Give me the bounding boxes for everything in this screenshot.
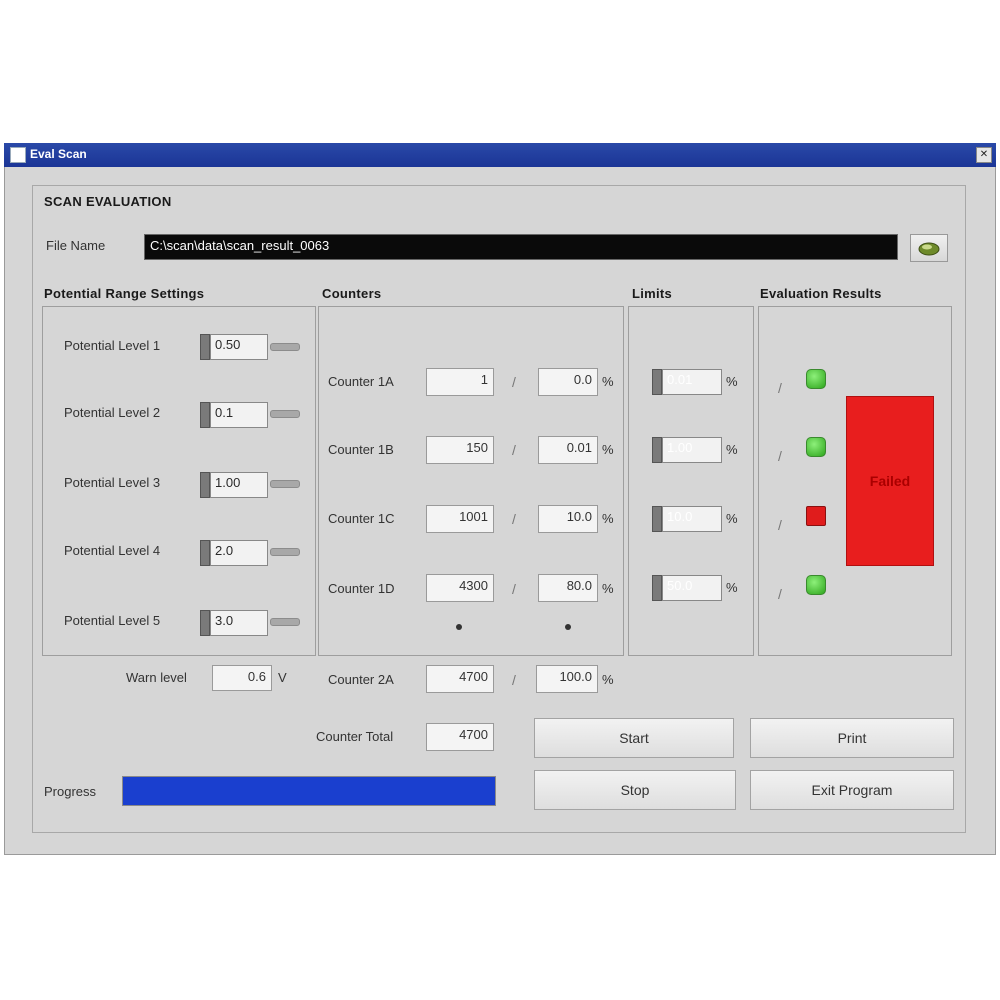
start-button[interactable]: Start [534,718,734,758]
counter-percent[interactable]: 0.0 [538,368,598,396]
percent-unit: % [726,442,738,457]
percent-unit: % [602,442,614,457]
potential-level-value[interactable]: 2.0 [210,540,268,566]
limits-heading: Limits [632,286,673,301]
counter-percent[interactable]: 80.0 [538,574,598,602]
slider-track[interactable] [270,343,300,351]
slider-handle[interactable] [200,402,210,428]
counter-value[interactable]: 150 [426,436,494,464]
limit-value[interactable]: 50.0 [662,575,722,601]
folder-icon [918,242,940,256]
potential-level-value[interactable]: 0.1 [210,402,268,428]
separator: / [512,442,516,458]
browse-button[interactable] [910,234,948,262]
status-led [806,506,826,526]
slider-track[interactable] [270,410,300,418]
progress-label: Progress [44,784,97,799]
potential-level-value[interactable]: 3.0 [210,610,268,636]
percent-unit: % [602,672,614,687]
separator: / [778,380,782,396]
potential-heading: Potential Range Settings [44,286,205,301]
percent-unit: % [726,580,738,595]
print-button[interactable]: Print [750,718,954,758]
separator: / [512,581,516,597]
separator: / [512,374,516,390]
potential-level-value[interactable]: 1.00 [210,472,268,498]
status-led [806,437,826,457]
percent-unit: % [726,374,738,389]
slider-handle[interactable] [200,610,210,636]
counter-label: Counter 1D [328,581,395,596]
window-title: Eval Scan [30,147,87,161]
counters-heading: Counters [322,286,382,301]
limit-value[interactable]: 10.0 [662,506,722,532]
counter-percent[interactable]: 10.0 [538,505,598,533]
percent-unit: % [602,581,614,596]
limits-panel [628,306,754,656]
percent-unit: % [726,511,738,526]
progress-bar [122,776,496,806]
warn-level-field[interactable]: 0.6 [212,665,272,691]
close-icon[interactable]: ✕ [976,147,992,163]
percent-unit: % [602,374,614,389]
marker-dot [456,624,462,630]
potential-level-label: Potential Level 3 [64,475,161,490]
potential-level-label: Potential Level 1 [64,338,161,353]
counter-total-label: Counter Total [316,729,394,744]
separator: / [778,448,782,464]
slider-track[interactable] [270,480,300,488]
app-icon [10,147,26,163]
slider-handle[interactable] [652,437,662,463]
slider-handle[interactable] [652,506,662,532]
counters-panel [318,306,624,656]
limit-value[interactable]: 1.00 [662,437,722,463]
separator: / [778,517,782,533]
slider-handle[interactable] [200,540,210,566]
slider-handle[interactable] [200,472,210,498]
counter-value[interactable]: 1001 [426,505,494,533]
stop-button[interactable]: Stop [534,770,736,810]
separator: / [512,511,516,527]
page-title: SCAN EVALUATION [44,194,172,209]
limit-value[interactable]: 0.01 [662,369,722,395]
separator: / [512,672,516,688]
title-bar[interactable]: Eval Scan ✕ [4,143,996,167]
counter-label: Counter 1C [328,511,395,526]
overall-result-indicator: Failed [846,396,934,566]
counter-2a-label: Counter 2A [328,672,394,687]
potential-level-label: Potential Level 4 [64,543,161,558]
counter-percent[interactable]: 0.01 [538,436,598,464]
results-heading: Evaluation Results [760,286,882,301]
counter-value[interactable]: 4300 [426,574,494,602]
counter-2a-value[interactable]: 4700 [426,665,494,693]
potential-level-label: Potential Level 5 [64,613,161,628]
potential-level-value[interactable]: 0.50 [210,334,268,360]
exit-program-button[interactable]: Exit Program [750,770,954,810]
status-led [806,575,826,595]
counter-total-value[interactable]: 4700 [426,723,494,751]
progress-fill [123,777,495,805]
slider-handle[interactable] [200,334,210,360]
slider-track[interactable] [270,548,300,556]
warn-level-label: Warn level [126,670,187,685]
marker-dot [565,624,571,630]
separator: / [778,586,782,602]
slider-track[interactable] [270,618,300,626]
counter-label: Counter 1B [328,442,394,457]
counter-2a-percent[interactable]: 100.0 [536,665,598,693]
counter-value[interactable]: 1 [426,368,494,396]
slider-handle[interactable] [652,369,662,395]
file-name-field[interactable]: C:\scan\data\scan_result_0063 [144,234,898,260]
warn-level-unit: V [278,670,287,685]
status-led [806,369,826,389]
slider-handle[interactable] [652,575,662,601]
percent-unit: % [602,511,614,526]
file-name-label: File Name [46,238,106,253]
counter-label: Counter 1A [328,374,394,389]
overall-result-text: Failed [869,473,911,489]
potential-level-label: Potential Level 2 [64,405,161,420]
